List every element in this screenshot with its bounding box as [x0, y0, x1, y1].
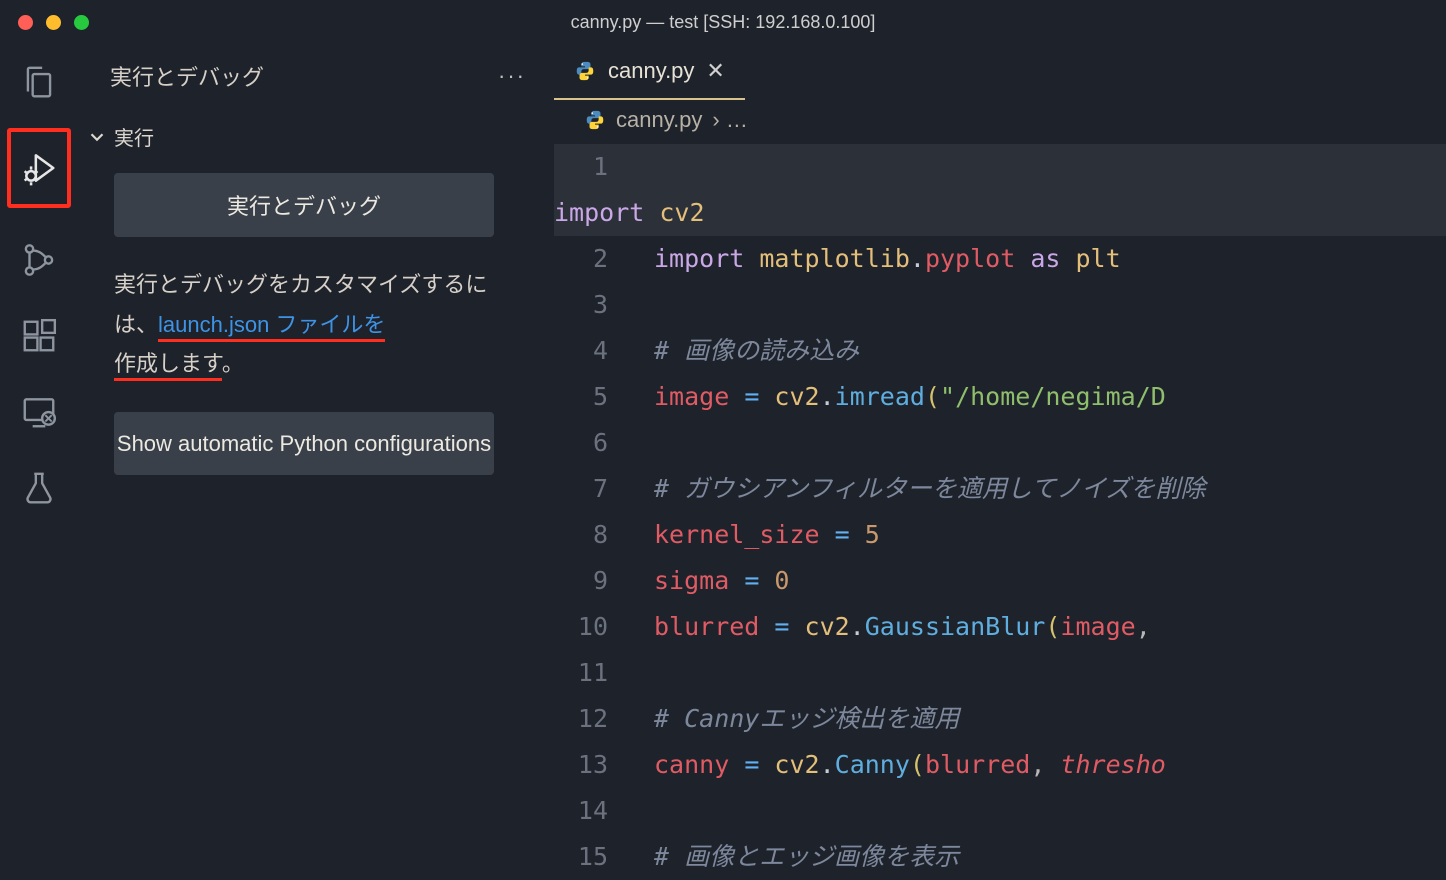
breadcrumb-rest: › …	[712, 107, 747, 133]
line-number: 3	[554, 282, 654, 328]
run-and-debug-button[interactable]: 実行とデバッグ	[114, 173, 494, 237]
configure-description: 実行とデバッグをカスタマイズするには、launch.json ファイルを作成しま…	[114, 265, 494, 384]
run-section-label: 実行	[114, 122, 154, 151]
line-number: 5	[554, 374, 654, 420]
sidebar-title: 実行とデバッグ	[110, 60, 264, 92]
run-and-debug-icon[interactable]	[7, 128, 71, 208]
line-number: 15	[554, 834, 654, 880]
line-number: 13	[554, 742, 654, 788]
tab-bar: canny.py ✕	[554, 44, 1446, 100]
python-file-icon	[574, 60, 596, 82]
line-number: 11	[554, 650, 654, 696]
close-tab-icon[interactable]: ✕	[706, 58, 724, 84]
line-number: 9	[554, 558, 654, 604]
line-number: 10	[554, 604, 654, 650]
show-python-configs-button[interactable]: Show automatic Python configurations	[114, 412, 494, 475]
source-control-icon[interactable]	[15, 236, 63, 284]
run-section-header[interactable]: 実行	[78, 122, 554, 151]
code-editor[interactable]: 1import cv2 2import matplotlib.pyplot as…	[554, 140, 1446, 880]
line-number: 2	[554, 236, 654, 282]
activity-bar	[0, 44, 78, 880]
remote-explorer-icon[interactable]	[15, 388, 63, 436]
line-number: 14	[554, 788, 654, 834]
breadcrumb[interactable]: canny.py › …	[554, 100, 1446, 140]
explorer-icon[interactable]	[15, 58, 63, 106]
more-actions-icon[interactable]: ···	[498, 63, 526, 89]
line-number: 4	[554, 328, 654, 374]
line-number: 7	[554, 466, 654, 512]
line-number: 6	[554, 420, 654, 466]
window-title: canny.py — test [SSH: 192.168.0.100]	[0, 12, 1446, 33]
line-number: 12	[554, 696, 654, 742]
tab-canny-py[interactable]: canny.py ✕	[554, 44, 745, 100]
breadcrumb-file: canny.py	[616, 107, 702, 133]
tab-filename: canny.py	[608, 58, 694, 84]
extensions-icon[interactable]	[15, 312, 63, 360]
editor-group: canny.py ✕ canny.py › … 1import cv2 2imp…	[554, 44, 1446, 880]
sidebar-panel: 実行とデバッグ ··· 実行 実行とデバッグ 実行とデバッグをカスタマイズするに…	[78, 44, 554, 880]
python-file-icon	[584, 109, 606, 131]
line-number: 8	[554, 512, 654, 558]
create-launch-json-link[interactable]: launch.json ファイルを	[158, 312, 385, 342]
testing-icon[interactable]	[15, 464, 63, 512]
title-bar: canny.py — test [SSH: 192.168.0.100]	[0, 0, 1446, 44]
line-number: 1	[554, 144, 654, 190]
